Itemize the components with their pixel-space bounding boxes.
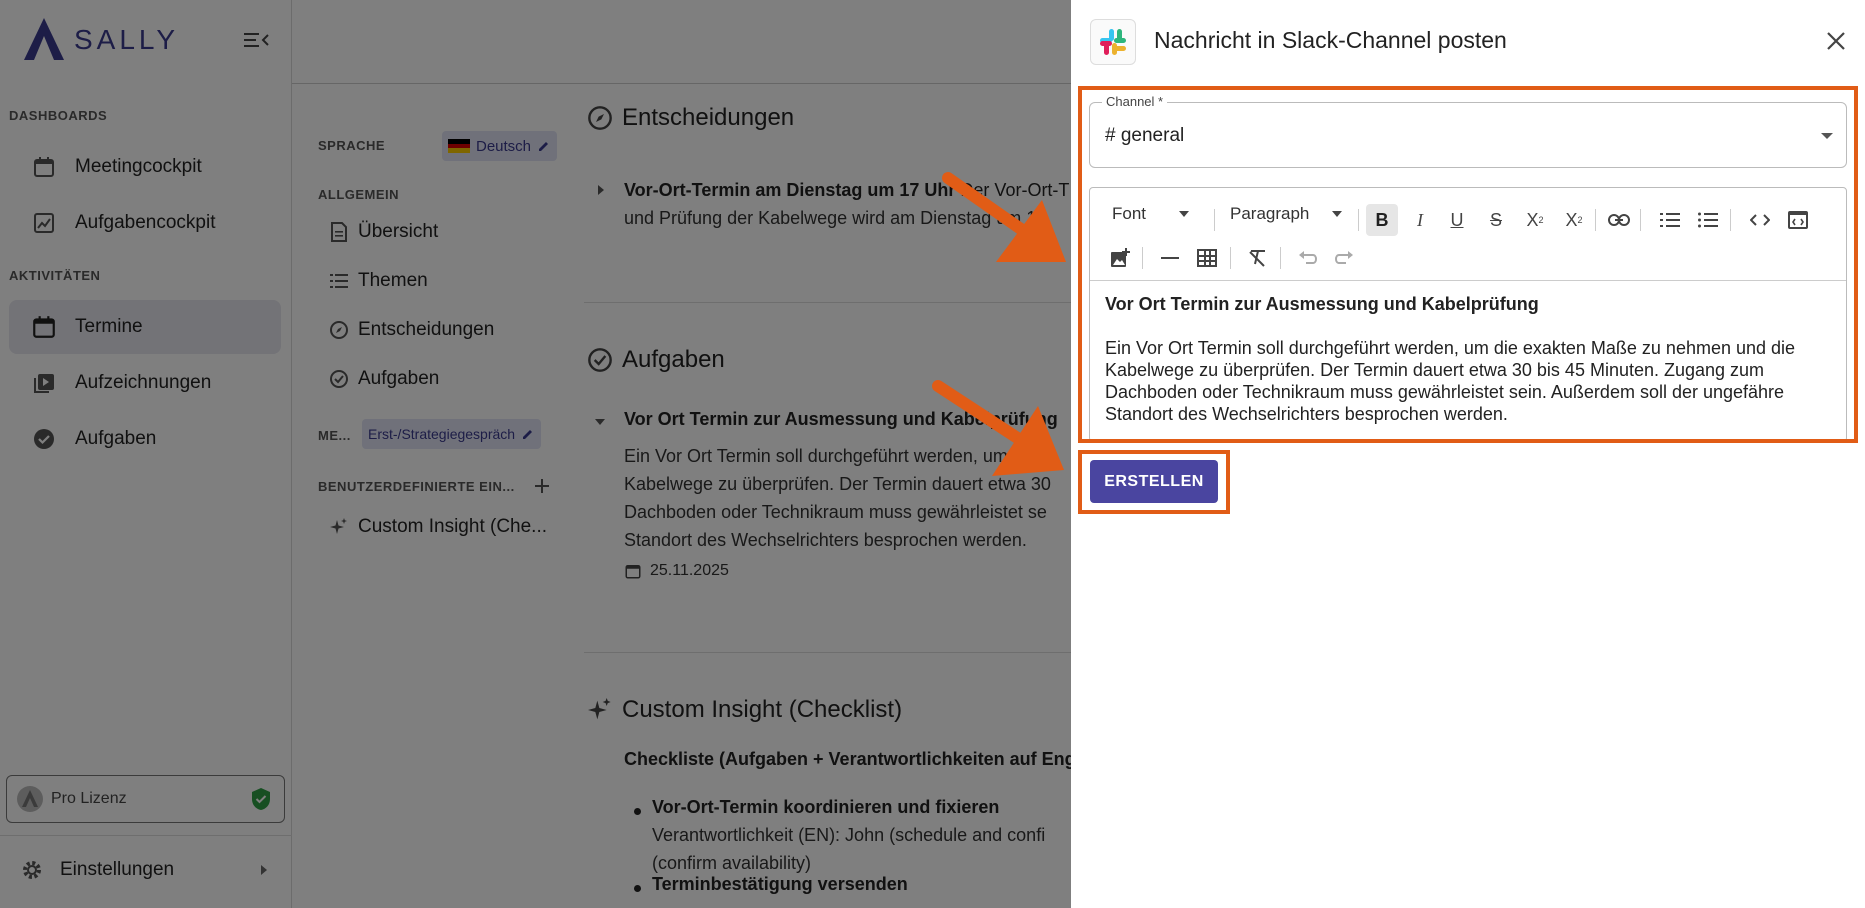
dialog-title: Nachricht in Slack-Channel posten <box>1154 27 1507 53</box>
highlight-frame-form <box>1078 86 1858 443</box>
modal-backdrop[interactable] <box>0 0 1071 908</box>
highlight-frame-button <box>1078 450 1230 514</box>
close-icon[interactable] <box>1825 30 1847 52</box>
slack-post-dialog: Nachricht in Slack-Channel posten Channe… <box>1071 0 1865 908</box>
annotation-arrow-icon <box>942 172 1066 262</box>
annotation-arrow-icon <box>932 380 1064 476</box>
slack-icon <box>1090 19 1136 65</box>
